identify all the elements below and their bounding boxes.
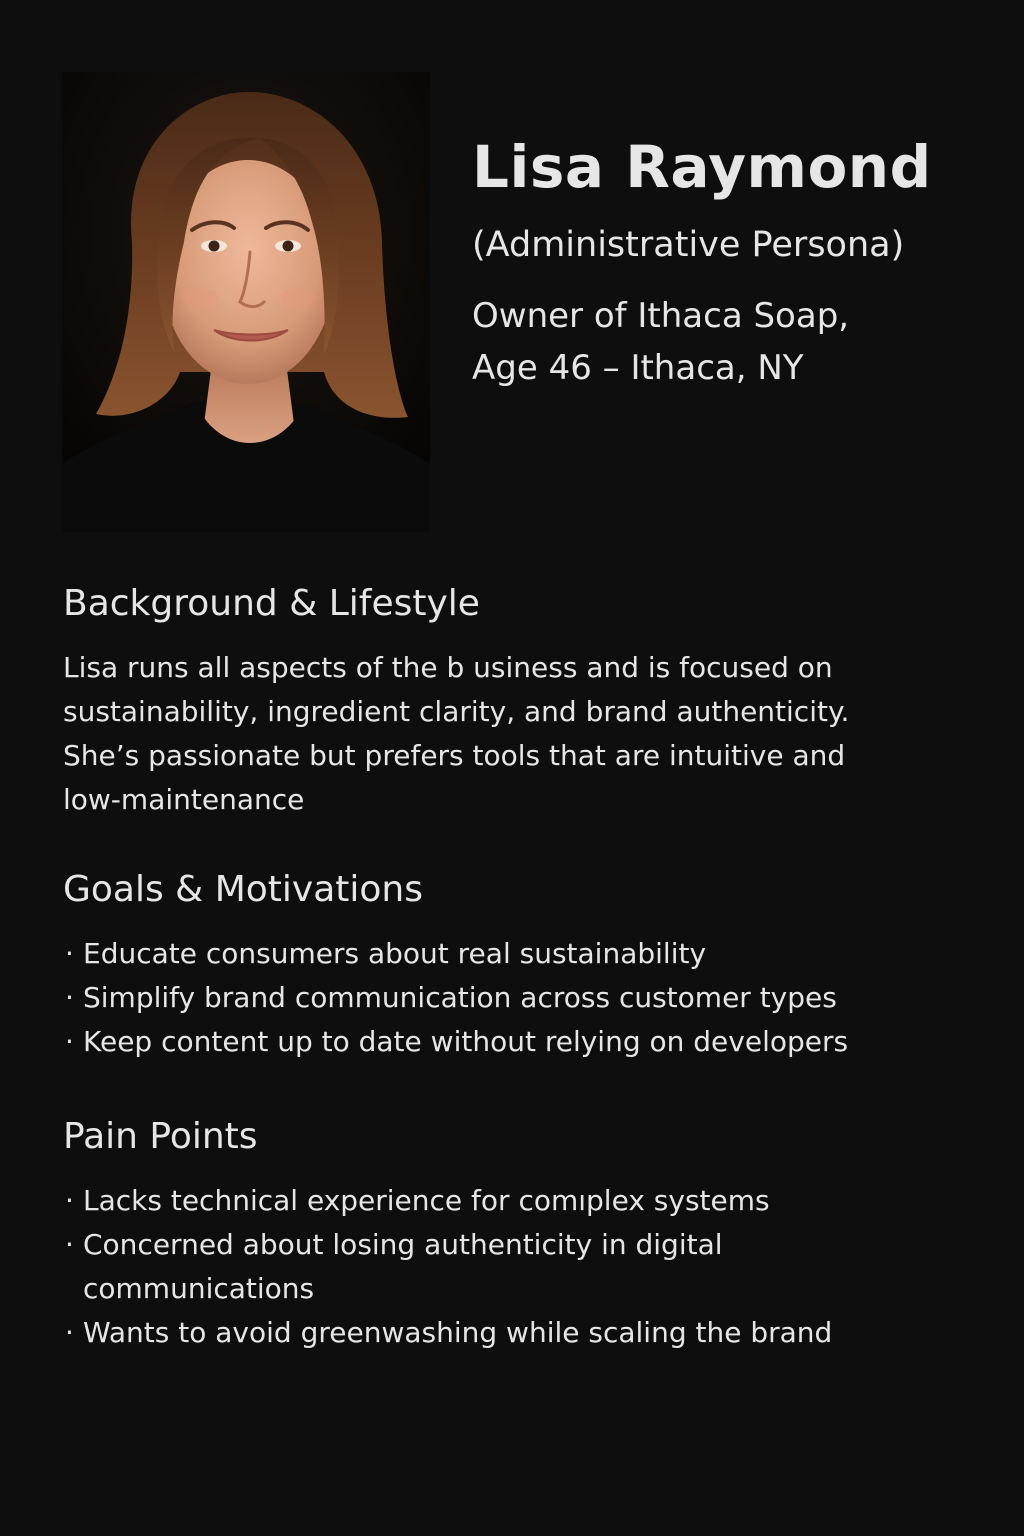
goals-section: Goals & Motivations · Educate consumers … xyxy=(63,870,963,1064)
bullet-icon: · xyxy=(65,980,74,1014)
pain-point-text: Wants to avoid greenwashing while scalin… xyxy=(83,1315,833,1349)
goal-text: Keep content up to date without relying … xyxy=(83,1024,849,1058)
persona-role-line: Owner of Ithaca Soap, xyxy=(472,296,850,336)
background-line: low-maintenance xyxy=(63,782,305,816)
goal-text: Educate consumers about real sustainabil… xyxy=(83,936,707,970)
pain-point-text: Lacks technical experience for comıplex … xyxy=(83,1183,770,1217)
section-title: Background & Lifestyle xyxy=(63,583,480,624)
goal-text: Simplify brand communication across cust… xyxy=(83,980,837,1014)
list-item: · Lacks technical experience for comıple… xyxy=(63,1179,963,1223)
persona-card: Lisa Raymond (Administrative Persona) Ow… xyxy=(0,0,1024,1536)
background-line: Lisa runs all aspects of the b usiness a… xyxy=(63,650,833,684)
bullet-icon: · xyxy=(65,1227,74,1261)
list-item: · Concerned about losing authenticity in… xyxy=(63,1223,963,1311)
portrait-photo xyxy=(62,72,430,532)
bullet-icon: · xyxy=(65,1024,74,1058)
background-text: Lisa runs all aspects of the b usiness a… xyxy=(63,646,963,822)
list-item: · Wants to avoid greenwashing while scal… xyxy=(63,1311,963,1355)
pain-points-list: · Lacks technical experience for comıple… xyxy=(63,1179,963,1355)
list-item: · Educate consumers about real sustainab… xyxy=(63,932,963,976)
bullet-icon: · xyxy=(65,1183,74,1217)
background-line: sustainability, ingredient clarity, and … xyxy=(63,694,850,728)
background-section: Background & Lifestyle Lisa runs all asp… xyxy=(63,584,963,822)
persona-name: Lisa Raymond xyxy=(472,133,932,201)
pain-point-text-continued: communications xyxy=(83,1271,315,1305)
background-line: She’s passionate but prefers tools that … xyxy=(63,738,846,772)
pain-point-text: Concerned about losing authenticity in d… xyxy=(83,1227,723,1261)
section-title: Goals & Motivations xyxy=(63,869,423,910)
persona-role: Owner of Ithaca Soap, Age 46 – Ithaca, N… xyxy=(472,290,849,394)
list-item: · Simplify brand communication across cu… xyxy=(63,976,963,1020)
bullet-icon: · xyxy=(65,1315,74,1349)
section-title: Pain Points xyxy=(63,1116,258,1157)
bullet-icon: · xyxy=(65,936,74,970)
list-item: · Keep content up to date without relyin… xyxy=(63,1020,963,1064)
persona-type: (Administrative Persona) xyxy=(472,225,905,265)
persona-age-location: Age 46 – Ithaca, NY xyxy=(472,348,804,388)
goals-list: · Educate consumers about real sustainab… xyxy=(63,932,963,1064)
pain-points-section: Pain Points · Lacks technical experience… xyxy=(63,1117,963,1355)
